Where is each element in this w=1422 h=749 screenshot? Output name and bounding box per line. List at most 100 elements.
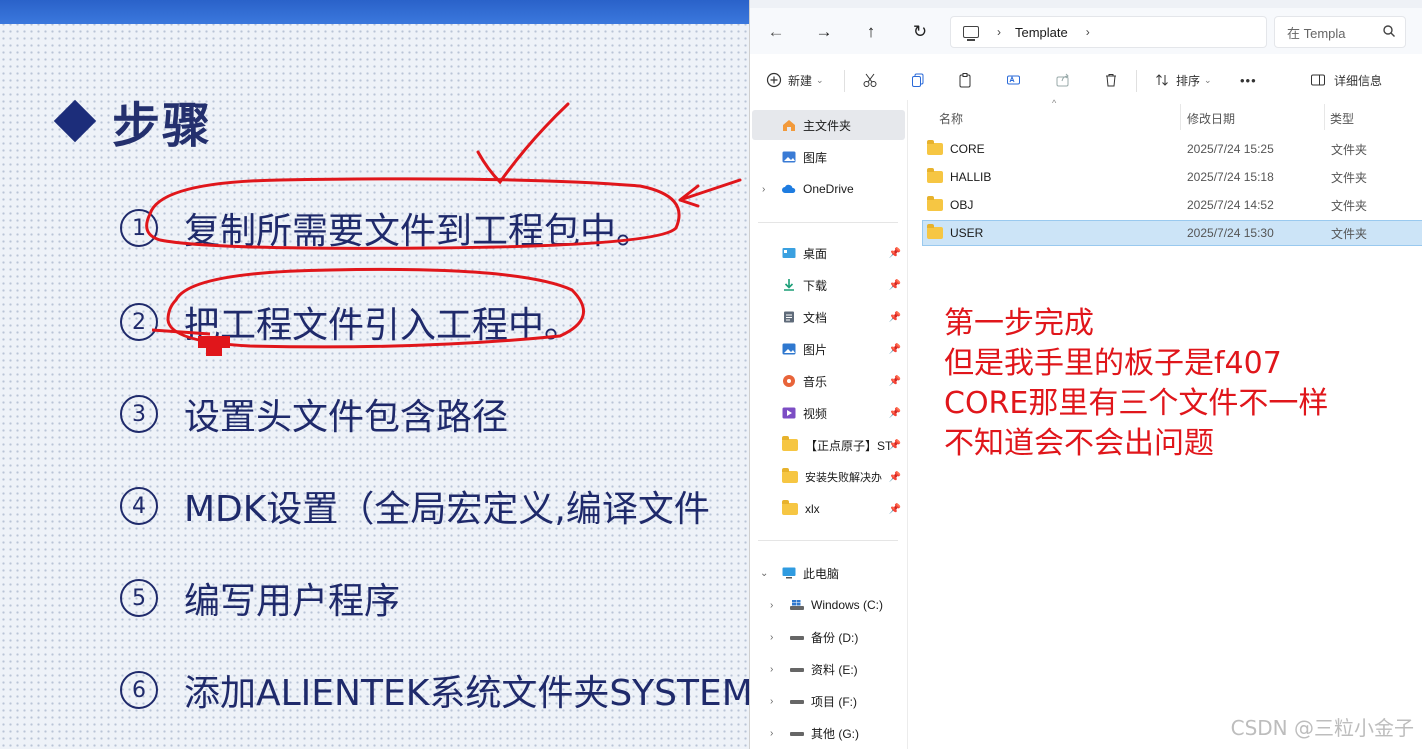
- watermark: CSDN @三粒小金子: [1230, 716, 1414, 740]
- sidebar-item-drive-f[interactable]: › 项目 (F:): [750, 686, 905, 716]
- pin-icon[interactable]: 📌: [889, 280, 901, 291]
- chevron-down-icon[interactable]: ⌄: [760, 568, 768, 579]
- pin-icon[interactable]: 📌: [889, 440, 901, 451]
- chevron-right-icon[interactable]: ›: [770, 696, 773, 707]
- cloud-icon: [782, 184, 796, 193]
- chevron-right-icon[interactable]: ›: [762, 184, 765, 195]
- rename-button[interactable]: [1006, 68, 1022, 92]
- pin-icon[interactable]: 📌: [889, 344, 901, 355]
- sidebar-item-downloads[interactable]: 下载 📌: [750, 270, 905, 300]
- sidebar-item-pictures[interactable]: 图片 📌: [750, 334, 905, 364]
- sidebar-item-drive-c[interactable]: › Windows (C:): [750, 590, 905, 620]
- breadcrumb-template[interactable]: Template: [1015, 25, 1068, 40]
- file-row-core[interactable]: CORE 2025/7/24 15:25 文件夹: [923, 137, 1422, 161]
- sidebar-item-label: 【正点原子】ST: [805, 438, 893, 453]
- toolbar-divider: [1136, 70, 1137, 92]
- file-row-obj[interactable]: OBJ 2025/7/24 14:52 文件夹: [923, 193, 1422, 217]
- sidebar-item-drive-e[interactable]: › 资料 (E:): [750, 654, 905, 684]
- pin-icon[interactable]: 📌: [889, 408, 901, 419]
- chevron-right-icon[interactable]: ›: [770, 728, 773, 739]
- search-box[interactable]: 在 Templa: [1274, 16, 1406, 48]
- chevron-right-icon[interactable]: ›: [770, 600, 773, 611]
- sidebar-item-label: OneDrive: [803, 182, 854, 196]
- chevron-right-icon[interactable]: ›: [997, 25, 1001, 39]
- step-number: 3: [120, 395, 158, 433]
- column-header-name[interactable]: 名称: [939, 110, 963, 127]
- more-options-button[interactable]: •••: [1240, 68, 1257, 92]
- pin-icon[interactable]: 📌: [889, 312, 901, 323]
- column-divider[interactable]: [1180, 104, 1181, 130]
- sidebar-item-gallery[interactable]: 图库: [750, 142, 905, 172]
- share-icon: [1056, 73, 1069, 87]
- step-text: 复制所需要文件到工程包中。: [184, 211, 653, 252]
- document-icon: [784, 311, 794, 323]
- note-line: 不知道会不会出问题: [944, 426, 1214, 461]
- sidebar-item-label: 图库: [803, 150, 828, 165]
- plus-circle-icon: [766, 72, 782, 88]
- new-button[interactable]: 新建 ⌄: [766, 68, 824, 92]
- file-name: USER: [950, 226, 984, 240]
- sidebar-item-label: 项目 (F:): [811, 694, 857, 709]
- sidebar-item-folder-zhengdian[interactable]: 【正点原子】ST 📌: [750, 430, 905, 460]
- step-number: 1: [120, 209, 158, 247]
- sidebar-divider: [758, 222, 898, 223]
- sidebar-item-desktop[interactable]: 桌面 📌: [750, 238, 905, 268]
- copy-button[interactable]: [910, 68, 926, 92]
- back-arrow-icon[interactable]: ←: [763, 21, 789, 43]
- sort-icon: [1156, 74, 1168, 86]
- sidebar-item-onedrive[interactable]: › OneDrive: [750, 174, 905, 204]
- note-line: 但是我手里的板子是f407: [944, 346, 1282, 381]
- sidebar-item-drive-d[interactable]: › 备份 (D:): [750, 622, 905, 652]
- sidebar-item-home[interactable]: 主文件夹: [752, 110, 905, 140]
- delete-button[interactable]: [1103, 68, 1119, 92]
- file-row-hallib[interactable]: HALLIB 2025/7/24 15:18 文件夹: [923, 165, 1422, 189]
- sidebar-divider: [758, 540, 898, 541]
- column-divider[interactable]: [1324, 104, 1325, 130]
- pin-icon[interactable]: 📌: [889, 504, 901, 515]
- pin-icon[interactable]: 📌: [889, 248, 901, 259]
- forward-arrow-icon[interactable]: →: [811, 21, 837, 43]
- chevron-right-icon[interactable]: ›: [770, 632, 773, 643]
- pin-icon[interactable]: 📌: [889, 376, 901, 387]
- sort-ascending-icon: ^: [1052, 98, 1057, 108]
- folder-icon: [927, 196, 943, 211]
- sidebar-item-folder-xlx[interactable]: xlx 📌: [750, 494, 905, 524]
- sidebar-item-drive-g[interactable]: › 其他 (G:): [750, 718, 905, 748]
- pin-icon[interactable]: 📌: [889, 472, 901, 483]
- sidebar-item-this-pc[interactable]: ⌄ 此电脑: [750, 558, 905, 588]
- search-placeholder: 在 Templa: [1287, 25, 1346, 41]
- file-name-cell: OBJ: [927, 196, 973, 212]
- share-button[interactable]: [1055, 68, 1071, 92]
- column-header-date[interactable]: 修改日期: [1187, 110, 1235, 127]
- details-pane-button[interactable]: 详细信息: [1310, 68, 1382, 92]
- sidebar-item-label: Windows (C:): [811, 598, 884, 612]
- chevron-right-icon[interactable]: ›: [770, 664, 773, 675]
- cut-button[interactable]: [862, 68, 878, 92]
- paste-button[interactable]: [957, 68, 973, 92]
- chevron-right-icon[interactable]: ›: [1086, 25, 1090, 39]
- sidebar-item-music[interactable]: 音乐 📌: [750, 366, 905, 396]
- up-arrow-icon[interactable]: ↑: [858, 21, 884, 43]
- sidebar-item-label: 下载: [803, 278, 828, 293]
- home-icon: [783, 120, 795, 131]
- windows-drive-icon: [790, 600, 804, 610]
- column-header-type[interactable]: 类型: [1330, 110, 1354, 127]
- clipboard-icon: [959, 73, 971, 88]
- folder-icon: [782, 468, 798, 483]
- file-row-user[interactable]: USER 2025/7/24 15:30 文件夹: [922, 220, 1422, 246]
- file-date: 2025/7/24 15:25: [1187, 142, 1274, 156]
- file-type: 文件夹: [1331, 170, 1368, 185]
- step-text: 设置头文件包含路径: [184, 397, 509, 438]
- address-bar[interactable]: › Template ›: [950, 16, 1267, 48]
- sort-button[interactable]: 排序 ⌄: [1154, 68, 1212, 92]
- video-icon: [782, 407, 796, 419]
- sidebar-item-folder-install[interactable]: 安装失败解决办 📌: [750, 462, 905, 492]
- step-number: 5: [120, 579, 158, 617]
- refresh-icon[interactable]: ↻: [907, 21, 933, 43]
- desktop-icon: [782, 248, 796, 258]
- presentation-slide: 步骤 1 复制所需要文件到工程包中。 2 把工程文件引入工程中。 3 设置头文件…: [0, 0, 750, 749]
- sidebar-item-documents[interactable]: 文档 📌: [750, 302, 905, 332]
- sidebar-item-videos[interactable]: 视频 📌: [750, 398, 905, 428]
- heading-text: 步骤: [112, 98, 213, 154]
- gallery-icon: [782, 151, 796, 163]
